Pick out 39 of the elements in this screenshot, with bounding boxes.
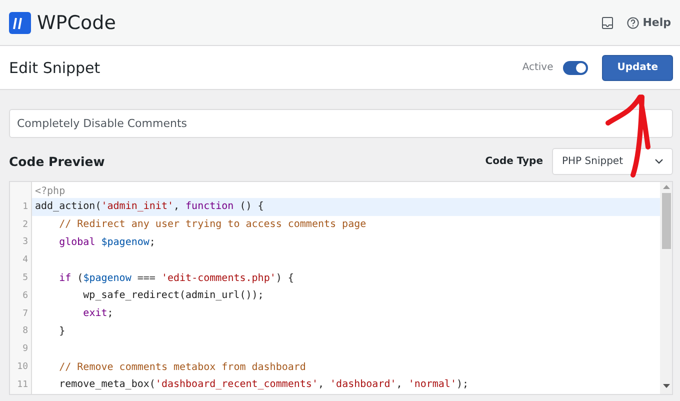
line-number: 1 <box>22 202 29 212</box>
line-number: 11 <box>16 380 29 390</box>
scrollbar[interactable] <box>660 182 672 394</box>
help-link[interactable]: Help <box>642 16 671 29</box>
active-toggle[interactable] <box>563 60 588 74</box>
page-title: Edit Snippet <box>9 58 100 76</box>
line-number: 10 <box>16 362 29 372</box>
line-number: 3 <box>22 237 29 248</box>
code-line: remove_meta_box('dashboard_recent_comments', 'dashboard', 'normal'); <box>58 379 469 390</box>
help-icon[interactable] <box>626 16 639 28</box>
line-number: 9 <box>22 344 29 354</box>
code-type-label: Code Type <box>485 156 543 167</box>
line-number: 7 <box>22 308 29 319</box>
code-line: if ($pagenow === 'edit-comments.php') { <box>58 272 294 284</box>
code-line: add_action('admin_init', function () { <box>34 201 264 212</box>
chevron-down-icon <box>655 159 663 164</box>
line-number: 5 <box>22 273 29 284</box>
section-title: Code Preview <box>9 154 105 169</box>
code-line: } <box>58 326 66 337</box>
line-number: 4 <box>22 255 29 266</box>
line-number: 8 <box>22 326 29 336</box>
line-number: 6 <box>22 290 29 301</box>
logo-icon <box>9 12 31 34</box>
update-button[interactable]: Update <box>602 54 673 80</box>
code-line: // Redirect any user trying to access comments page <box>58 219 366 230</box>
code-type-select[interactable]: PHP Snippet <box>552 148 673 175</box>
inbox-icon[interactable] <box>602 16 613 28</box>
logo-text: WPCode <box>37 12 116 34</box>
code-line: <?php <box>34 184 66 198</box>
code-line: // Remove comments metabox from dashboard <box>58 362 306 373</box>
scroll-down-icon[interactable] <box>662 384 670 388</box>
code-line: global $pagenow; <box>58 236 156 248</box>
code-line: wp_safe_redirect(admin_url()); <box>82 290 264 302</box>
scrollbar-thumb[interactable] <box>662 193 670 249</box>
active-label: Active <box>522 62 554 73</box>
line-number: 2 <box>22 220 29 230</box>
snippet-title-field[interactable]: Completely Disable Comments <box>9 109 673 138</box>
code-line: exit; <box>82 308 114 320</box>
code-editor[interactable] <box>9 181 673 395</box>
